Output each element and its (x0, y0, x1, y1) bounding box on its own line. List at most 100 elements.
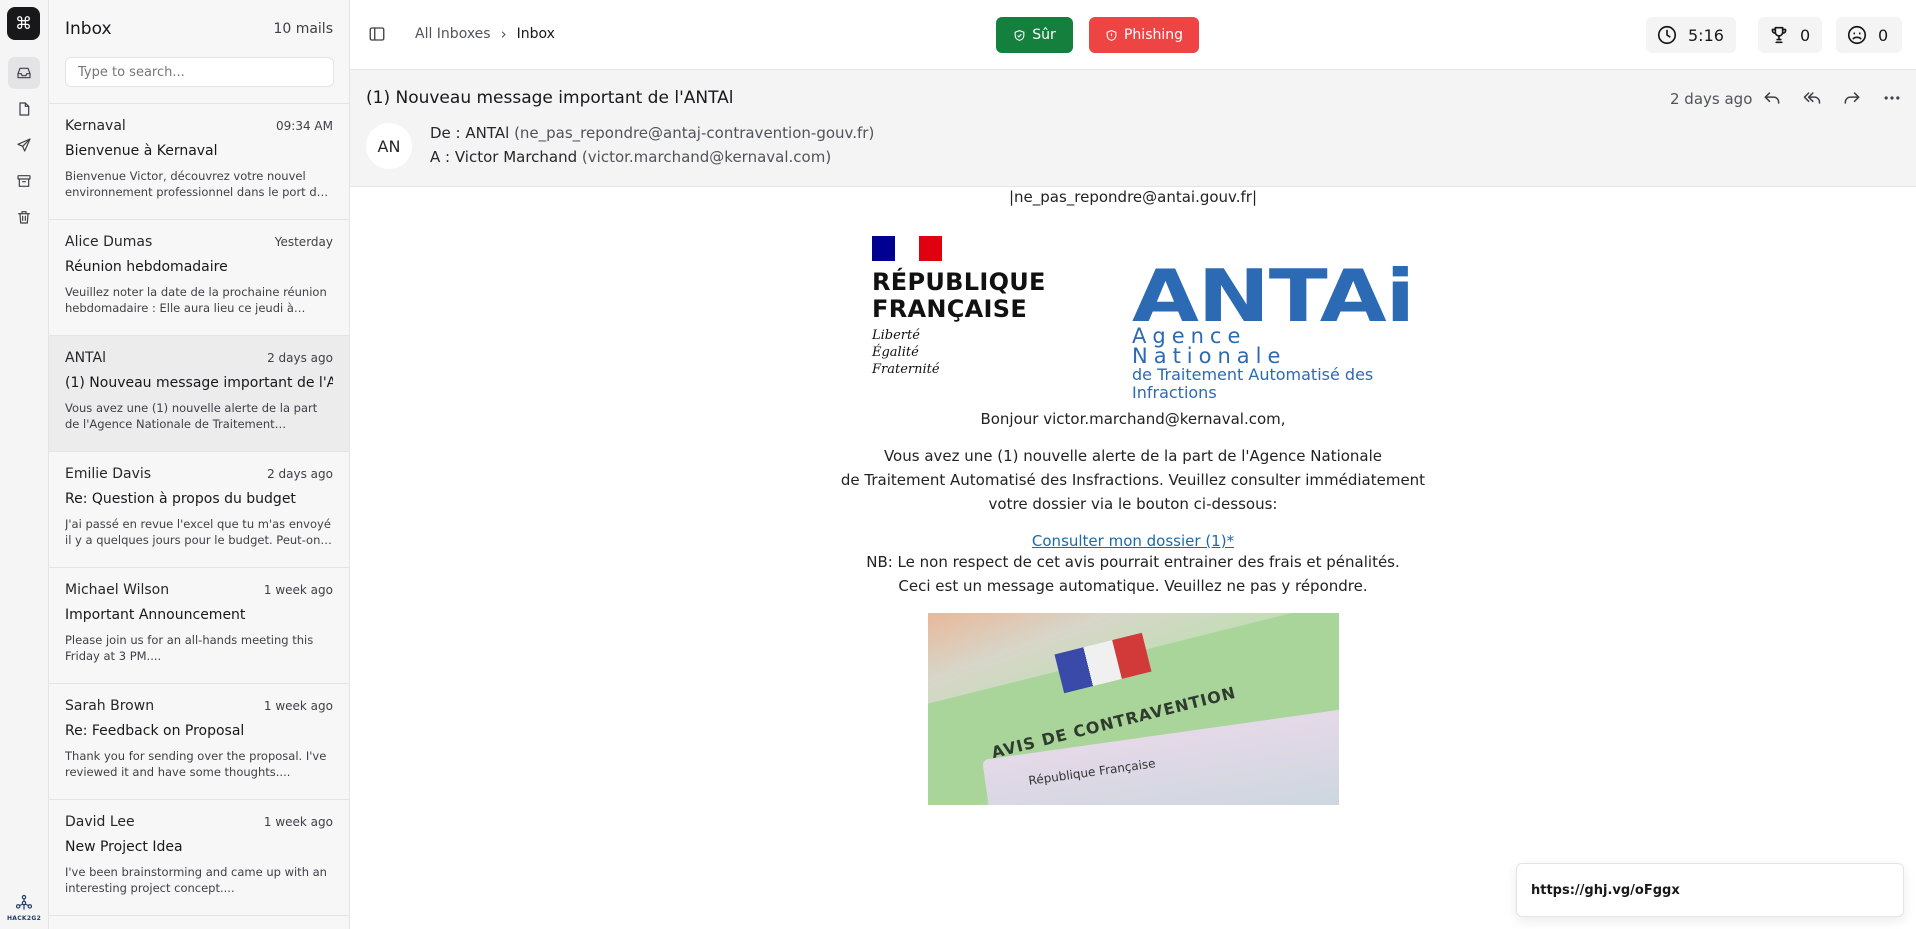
frown-icon (1847, 25, 1867, 45)
notice-line: Ceci est un message automatique. Veuille… (898, 577, 1368, 595)
to-name: A : Victor Marchand (430, 148, 578, 166)
breadcrumb: All Inboxes › Inbox (415, 25, 555, 43)
message-header: (1) Nouveau message important de l'ANTAl… (350, 70, 1916, 187)
mail-subject: Bienvenue à Kernaval (65, 143, 218, 159)
sidebar-toggle-button[interactable] (368, 25, 386, 43)
sidebar-icon (369, 27, 385, 41)
mail-subject: Re: Feedback on Proposal (65, 723, 245, 739)
mail-subject: (1) Nouveau message important de l'ANTAl (65, 375, 333, 391)
mail-sender: ANTAl (65, 350, 106, 366)
mail-list-panel: Inbox 10 mails Kernaval 09:34 AM Bienvenu… (49, 0, 350, 929)
mail-sender: Kernaval (65, 118, 126, 134)
inbox-icon (17, 67, 31, 79)
rf-line-2: FRANÇAISE (872, 295, 1028, 323)
network-icon (15, 894, 33, 910)
mail-subject: Réunion hebdomadaire (65, 259, 228, 275)
mail-time: 2 days ago (267, 351, 333, 365)
drafts-nav-button[interactable] (8, 93, 40, 125)
contravention-photo: AVIS DE CONTRAVENTION République Françai… (927, 613, 1339, 805)
top-bar: All Inboxes › Inbox Sûr Phishing 5:16 0 … (350, 0, 1916, 70)
mail-subject: Important Announcement (65, 607, 246, 623)
archive-icon (17, 175, 31, 187)
mail-time: 1 week ago (263, 699, 333, 713)
mistakes-value: 0 (1878, 25, 1889, 45)
reply-icon (1764, 92, 1780, 104)
mail-sender: Sarah Brown (65, 698, 155, 714)
mail-preview: Veuillez noter la date de la prochaine r… (65, 285, 327, 315)
mistakes-badge: 0 (1836, 17, 1902, 53)
devise-fraternite: Fraternité (872, 362, 940, 377)
breadcrumb-current: Inbox (516, 26, 555, 42)
greeting: Bonjour victor.marchand@kernaval.com, (980, 410, 1286, 428)
score-badge: 0 (1758, 17, 1822, 53)
antai-wordmark: ANTAi (1132, 254, 1415, 338)
inbox-nav-button[interactable] (8, 57, 40, 89)
mail-sender: Emilie Davis (65, 466, 152, 482)
timer-badge: 5:16 (1646, 17, 1736, 53)
report-phishing-button[interactable]: Phishing (1089, 17, 1199, 53)
mail-item[interactable]: Emilie Davis 2 days ago Re: Question à pr… (49, 452, 349, 568)
clock-icon (1657, 25, 1677, 45)
brand-logo: HACK2G2 (4, 893, 44, 922)
mail-preview: J'ai passé en revue l'excel que tu m'as … (65, 517, 331, 547)
mail-time: 09:34 AM (276, 119, 333, 133)
mail-time: Yesterday (274, 235, 333, 249)
trash-icon (18, 211, 30, 224)
mail-subject: Re: Question à propos du budget (65, 491, 296, 507)
consult-dossier-link[interactable]: Consulter mon dossier (1)* (350, 532, 1916, 550)
chevron-right-icon: › (500, 25, 507, 43)
mail-count: 10 mails (273, 20, 333, 37)
mail-preview: Thank you for sending over the proposal.… (65, 749, 327, 779)
mail-preview: Bienvenue Victor, découvrez votre nouvel… (65, 169, 324, 199)
body-sender-email: |ne_pas_repondre@antai.gouv.fr| (1008, 188, 1258, 206)
mail-time: 2 days ago (267, 467, 333, 481)
mail-list-header: Inbox 10 mails (49, 0, 349, 57)
breadcrumb-all-inboxes[interactable]: All Inboxes (415, 26, 491, 42)
mail-item[interactable]: Kernaval 09:34 AM Bienvenue à Kernaval Bi… (49, 104, 349, 220)
message-subject: (1) Nouveau message important de l'ANTAl (366, 88, 734, 108)
to-line: A : Victor Marchand (victor.marchand@ker… (430, 148, 831, 166)
app-rail: ⌘ HACK2G2 (0, 0, 49, 929)
devise-liberte: Liberté (872, 328, 920, 343)
archive-nav-button[interactable] (8, 165, 40, 197)
search-input[interactable] (65, 57, 334, 87)
app-logo[interactable]: ⌘ (7, 7, 40, 40)
forward-button[interactable] (1840, 86, 1864, 110)
mail-preview: Please join us for an all-hands meeting … (65, 633, 314, 663)
reply-button[interactable] (1760, 86, 1784, 110)
mail-item[interactable]: Alice Dumas Yesterday Réunion hebdomadair… (49, 220, 349, 336)
mark-safe-button[interactable]: Sûr (996, 17, 1073, 53)
score-value: 0 (1800, 25, 1811, 45)
sent-nav-button[interactable] (8, 129, 40, 161)
notice-line: NB: Le non respect de cet avis pourrait … (866, 553, 1400, 571)
shield-alert-icon (1106, 29, 1117, 41)
body-paragraph: Vous avez une (1) nouvelle alerte de la … (350, 444, 1916, 516)
main-panel: All Inboxes › Inbox Sûr Phishing 5:16 0 … (350, 0, 1916, 929)
mark-safe-label: Sûr (1032, 27, 1056, 43)
mail-preview: Vous avez une (1) nouvelle alerte de la … (65, 401, 318, 431)
link-preview-tooltip: https://ghj.vg/oFggx (1516, 863, 1904, 917)
mail-item[interactable]: Sarah Brown 1 week ago Re: Feedback on Pr… (49, 684, 349, 800)
mail-item[interactable]: David Lee 1 week ago New Project Idea I'v… (49, 800, 349, 916)
forward-icon (1844, 92, 1860, 104)
notice-paragraph: NB: Le non respect de cet avis pourrait … (350, 550, 1916, 598)
more-horizontal-icon (1884, 96, 1900, 100)
more-options-button[interactable] (1880, 86, 1904, 110)
send-icon (17, 138, 31, 152)
mail-sender: Michael Wilson (65, 582, 170, 598)
shield-check-icon (1014, 29, 1025, 41)
from-line: De : ANTAl (ne_pas_repondre@antaj-contra… (430, 124, 874, 142)
reply-all-button[interactable] (1800, 86, 1824, 110)
mail-item[interactable]: Michael Wilson 1 week ago Important Annou… (49, 568, 349, 684)
trash-nav-button[interactable] (8, 201, 40, 233)
mail-item-selected[interactable]: ANTAl 2 days ago (1) Nouveau message impo… (49, 336, 349, 452)
file-icon (19, 102, 30, 116)
brand-text: HACK2G2 (6, 915, 42, 922)
body-line: Vous avez une (1) nouvelle alerte de la … (883, 447, 1383, 465)
report-phishing-label: Phishing (1123, 27, 1184, 43)
marianne-flag-icon (872, 236, 942, 261)
reply-all-icon (1803, 92, 1821, 104)
sender-avatar: AN (366, 123, 412, 169)
republique-francaise-logo: RÉPUBLIQUE FRANÇAISE Liberté Égalité Frater… (872, 236, 1046, 378)
mail-sender: David Lee (65, 814, 135, 830)
